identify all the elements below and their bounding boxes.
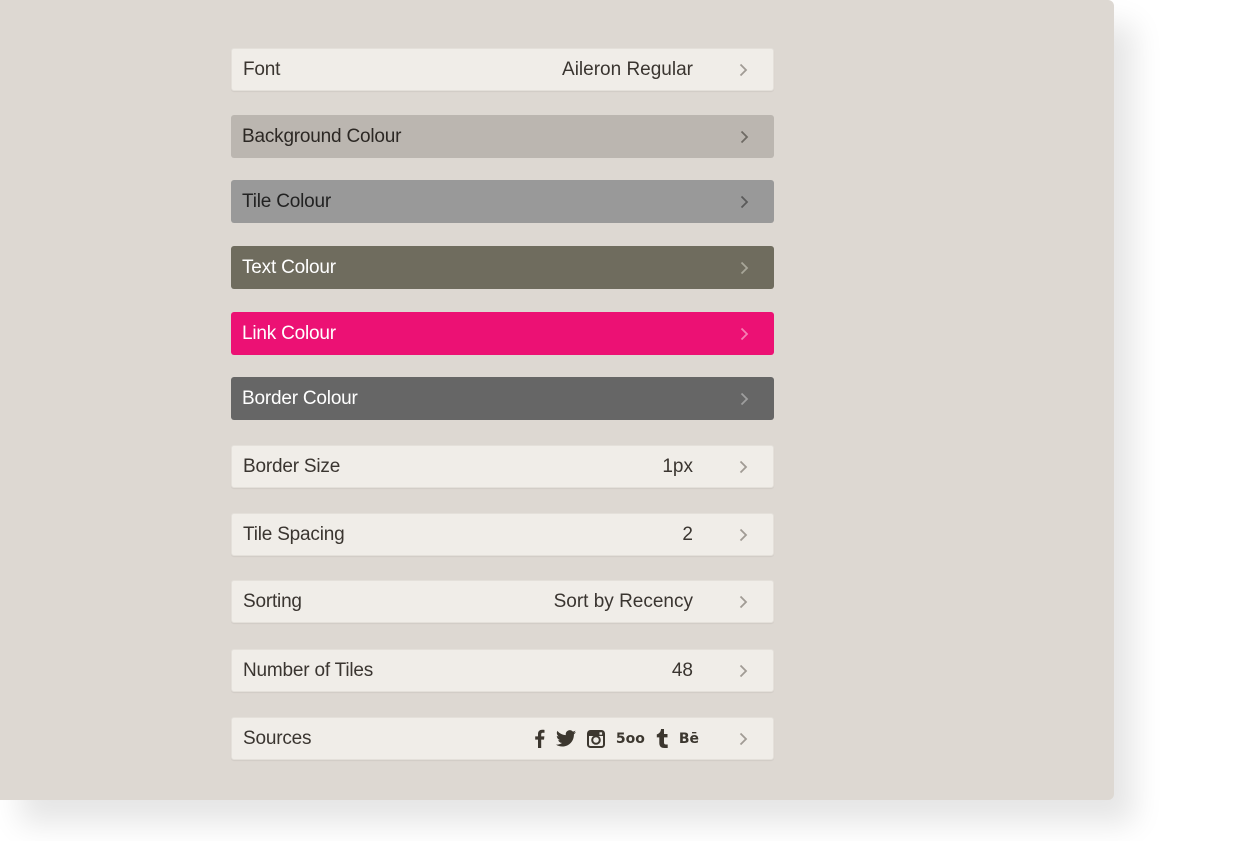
sorting-setting-value: Sort by Recency <box>553 590 693 612</box>
tile-spacing-setting-row[interactable]: Tile Spacing 2 <box>231 513 774 556</box>
link-colour-setting-row[interactable]: Link Colour <box>231 312 774 355</box>
sources-setting-label: Sources <box>243 727 312 749</box>
chevron-right-icon <box>738 260 750 276</box>
border-colour-setting-label: Border Colour <box>242 387 358 409</box>
font-setting-row[interactable]: Font Aileron Regular <box>231 48 774 91</box>
number-of-tiles-setting-row[interactable]: Number of Tiles 48 <box>231 649 774 692</box>
tile-colour-setting-row[interactable]: Tile Colour <box>231 180 774 223</box>
number-of-tiles-setting-value: 48 <box>671 659 693 681</box>
tile-colour-setting-label: Tile Colour <box>242 190 331 212</box>
tumblr-icon[interactable] <box>656 729 668 749</box>
instagram-icon[interactable] <box>586 729 605 749</box>
chevron-right-icon <box>737 594 749 610</box>
sorting-setting-label: Sorting <box>243 590 302 612</box>
background-colour-setting-label: Background Colour <box>242 125 402 147</box>
facebook-icon[interactable] <box>534 729 545 749</box>
behance-icon[interactable]: Bē <box>679 729 699 749</box>
text-colour-setting-label: Text Colour <box>242 256 336 278</box>
settings-panel: Font Aileron Regular Background Colour T… <box>0 0 1114 800</box>
chevron-right-icon <box>738 129 750 145</box>
text-colour-setting-row[interactable]: Text Colour <box>231 246 774 289</box>
chevron-right-icon <box>738 326 750 342</box>
chevron-right-icon <box>737 663 749 679</box>
chevron-right-icon <box>738 391 750 407</box>
border-colour-setting-row[interactable]: Border Colour <box>231 377 774 420</box>
border-size-setting-row[interactable]: Border Size 1px <box>231 445 774 488</box>
sources-setting-row[interactable]: Sources 5oo Bē <box>231 717 774 760</box>
chevron-right-icon <box>737 459 749 475</box>
link-colour-setting-label: Link Colour <box>242 322 336 344</box>
chevron-right-icon <box>737 527 749 543</box>
border-size-setting-label: Border Size <box>243 455 341 477</box>
sorting-setting-row[interactable]: Sorting Sort by Recency <box>231 580 774 623</box>
number-of-tiles-setting-label: Number of Tiles <box>243 659 374 681</box>
sources-icons: 5oo Bē <box>534 729 699 749</box>
font-setting-label: Font <box>243 58 281 80</box>
twitter-icon[interactable] <box>555 729 576 749</box>
chevron-right-icon <box>737 731 749 747</box>
background-colour-setting-row[interactable]: Background Colour <box>231 115 774 158</box>
chevron-right-icon <box>737 62 749 78</box>
chevron-right-icon <box>738 194 750 210</box>
tile-spacing-setting-label: Tile Spacing <box>243 523 345 545</box>
font-setting-value: Aileron Regular <box>562 58 693 80</box>
border-size-setting-value: 1px <box>662 455 693 477</box>
500px-icon[interactable]: 5oo <box>616 729 645 749</box>
tile-spacing-setting-value: 2 <box>682 523 693 545</box>
